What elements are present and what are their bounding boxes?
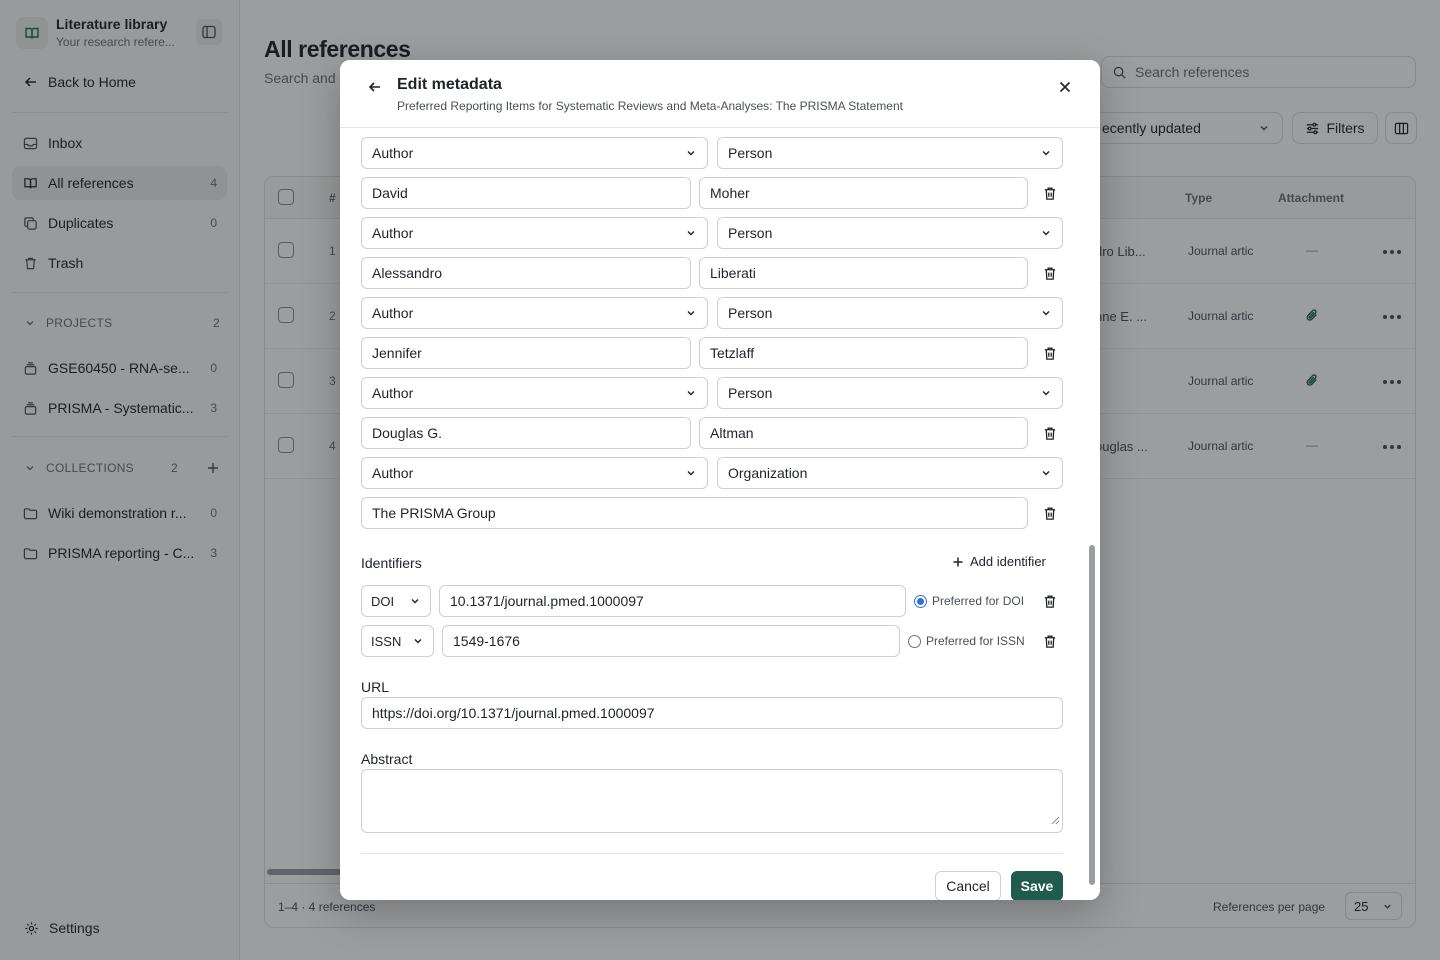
creator-kind-value: Person [728,225,773,241]
preferred-issn-label: Preferred for ISSN [926,634,1025,648]
arrow-left-icon[interactable] [366,78,384,96]
identifier-type-value: ISSN [371,633,402,649]
creator-kind-value: Person [728,145,773,161]
creator-last-name-input[interactable]: Liberati [699,257,1028,289]
creator-role-select[interactable]: Author [361,217,708,249]
creator-role-value: Author [372,305,414,321]
creator-role-value: Author [372,145,414,161]
identifier-type-select[interactable]: DOI [361,585,431,617]
creator-role-value: Author [372,225,414,241]
chevron-down-icon [685,147,697,159]
creator-kind-select[interactable]: Organization [717,457,1063,489]
trash-icon[interactable] [1042,344,1058,362]
preferred-doi-radio[interactable]: Preferred for DOI [914,594,1024,608]
preferred-doi-label: Preferred for DOI [932,594,1025,608]
creator-role-select[interactable]: Author [361,457,708,489]
creator-organization-input[interactable]: The PRISMA Group [361,497,1028,529]
add-identifier-button[interactable]: Add identifier [952,554,1046,569]
creator-kind-value: Person [728,305,773,321]
chevron-down-icon [412,635,424,647]
abstract-label: Abstract [361,751,413,767]
trash-icon[interactable] [1042,184,1058,202]
vertical-scrollbar[interactable] [1089,545,1095,885]
trash-icon[interactable] [1042,424,1058,442]
chevron-down-icon [1040,227,1052,239]
creator-kind-select[interactable]: Person [717,217,1063,249]
creator-kind-select[interactable]: Person [717,137,1063,169]
trash-icon[interactable] [1042,264,1058,282]
creator-last-name-input[interactable]: Moher [699,177,1028,209]
creator-role-select[interactable]: Author [361,297,708,329]
creator-kind-value: Person [728,385,773,401]
chevron-down-icon [685,307,697,319]
chevron-down-icon [1040,467,1052,479]
identifiers-label: Identifiers [361,555,422,571]
trash-icon[interactable] [1042,632,1058,650]
save-button[interactable]: Save [1011,871,1063,900]
creator-last-name-input[interactable]: Altman [699,417,1028,449]
dialog-subtitle: Preferred Reporting Items for Systematic… [397,99,903,113]
chevron-down-icon [685,227,697,239]
edit-metadata-dialog: Edit metadata Preferred Reporting Items … [340,60,1100,900]
url-label: URL [361,679,390,695]
close-icon[interactable] [1056,78,1074,96]
chevron-down-icon [1040,147,1052,159]
add-identifier-label: Add identifier [970,554,1046,569]
creator-first-name-input[interactable]: Douglas G. [361,417,691,449]
dialog-header: Edit metadata Preferred Reporting Items … [340,60,1100,128]
creator-role-select[interactable]: Author [361,377,708,409]
dialog-title: Edit metadata [397,76,502,93]
identifier-type-select[interactable]: ISSN [361,625,434,657]
identifier-value-input[interactable]: 10.1371/journal.pmed.1000097 [439,585,906,617]
identifier-value-input[interactable]: 1549-1676 [442,625,900,657]
creator-kind-select[interactable]: Person [717,377,1063,409]
creator-last-name-input[interactable]: Tetzlaff [699,337,1028,369]
trash-icon[interactable] [1042,592,1058,610]
creator-role-value: Author [372,385,414,401]
creator-kind-value: Organization [728,465,808,481]
radio-checked [914,594,927,608]
resize-handle-icon[interactable] [1051,812,1060,830]
dialog-footer-divider [361,853,1063,854]
creator-first-name-input[interactable]: Alessandro [361,257,691,289]
abstract-textarea[interactable] [361,769,1063,833]
identifier-type-value: DOI [371,593,395,609]
chevron-down-icon [685,467,697,479]
radio-unchecked [908,634,921,648]
chevron-down-icon [409,595,421,607]
creator-first-name-input[interactable]: David [361,177,691,209]
chevron-down-icon [685,387,697,399]
creator-first-name-input[interactable]: Jennifer [361,337,691,369]
cancel-button[interactable]: Cancel [935,871,1001,900]
url-input[interactable]: https://doi.org/10.1371/journal.pmed.100… [361,697,1063,729]
chevron-down-icon [1040,387,1052,399]
plus-icon [952,556,964,568]
trash-icon[interactable] [1042,504,1058,522]
preferred-issn-radio[interactable]: Preferred for ISSN [908,634,1025,648]
creator-role-value: Author [372,465,414,481]
creator-role-select[interactable]: Author [361,137,708,169]
chevron-down-icon [1040,307,1052,319]
creator-kind-select[interactable]: Person [717,297,1063,329]
